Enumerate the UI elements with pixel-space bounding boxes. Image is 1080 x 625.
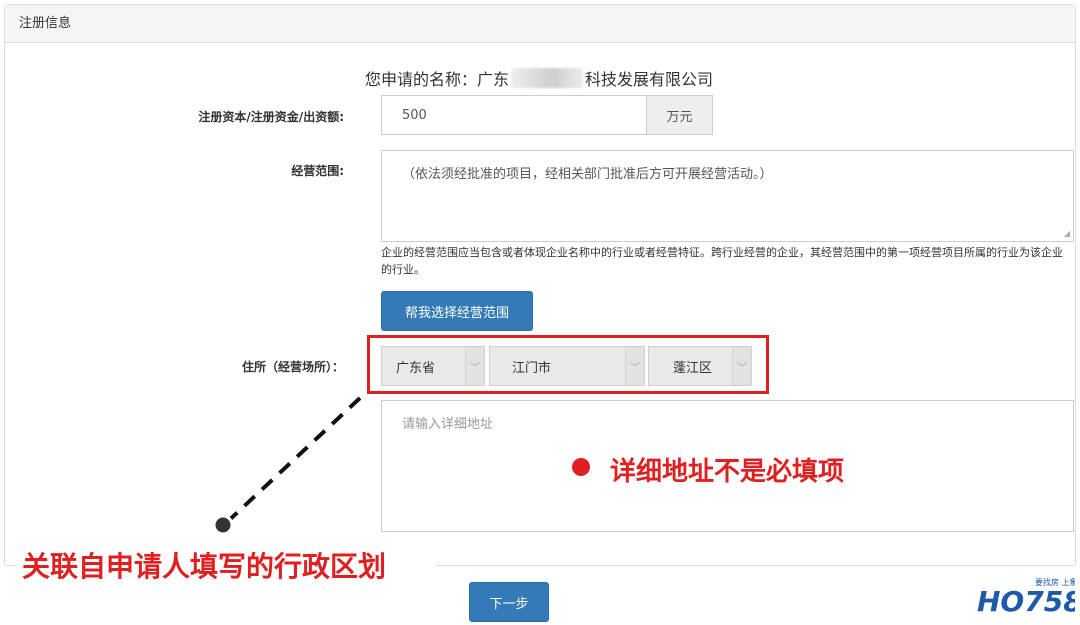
next-button[interactable]: 下一步 [469,582,549,622]
region-note: 关联自申请人填写的行政区划 [22,550,387,583]
application-name: 您申请的名称：广东 科技发展有限公司 [365,66,713,90]
capital-label: 注册资本/注册资金/出资额: [198,110,344,124]
redacted-text [511,68,584,88]
application-name-prefix: 您申请的名称：广东 [365,70,510,89]
panel-title: 注册信息 [5,5,1075,43]
application-name-suffix: 科技发展有限公司 [585,70,714,89]
scope-textarea[interactable]: （依法须经批准的项目，经相关部门批准后方可开展经营活动。） ◢ [381,150,1074,242]
scope-label: 经营范围: [291,164,344,178]
capital-unit: 万元 [646,95,713,135]
red-dot-icon [572,458,590,476]
detail-address-placeholder: 请输入详细地址 [402,417,494,432]
highlight-box [367,335,769,394]
svg-text:HO758: HO758 [977,585,1075,615]
detail-note: 详细地址不是必填项 [610,457,845,487]
scope-hint: 企业的经营范围应当包含或者体现企业名称中的行业或者经营特征。跨行业经营的企业，其… [381,246,1063,276]
address-label: 住所（经营场所）： [241,360,344,374]
capital-value: 500 [402,107,427,123]
resize-grip-icon[interactable]: ◢ [1064,230,1070,238]
scope-value: （依法须经批准的项目，经相关部门批准后方可开展经营活动。） [402,167,773,182]
capital-input[interactable]: 500 [381,95,647,135]
brand-logo: 要找房 上象房 HO758 [975,575,1080,618]
select-scope-button[interactable]: 帮我选择经营范围 [381,291,533,331]
